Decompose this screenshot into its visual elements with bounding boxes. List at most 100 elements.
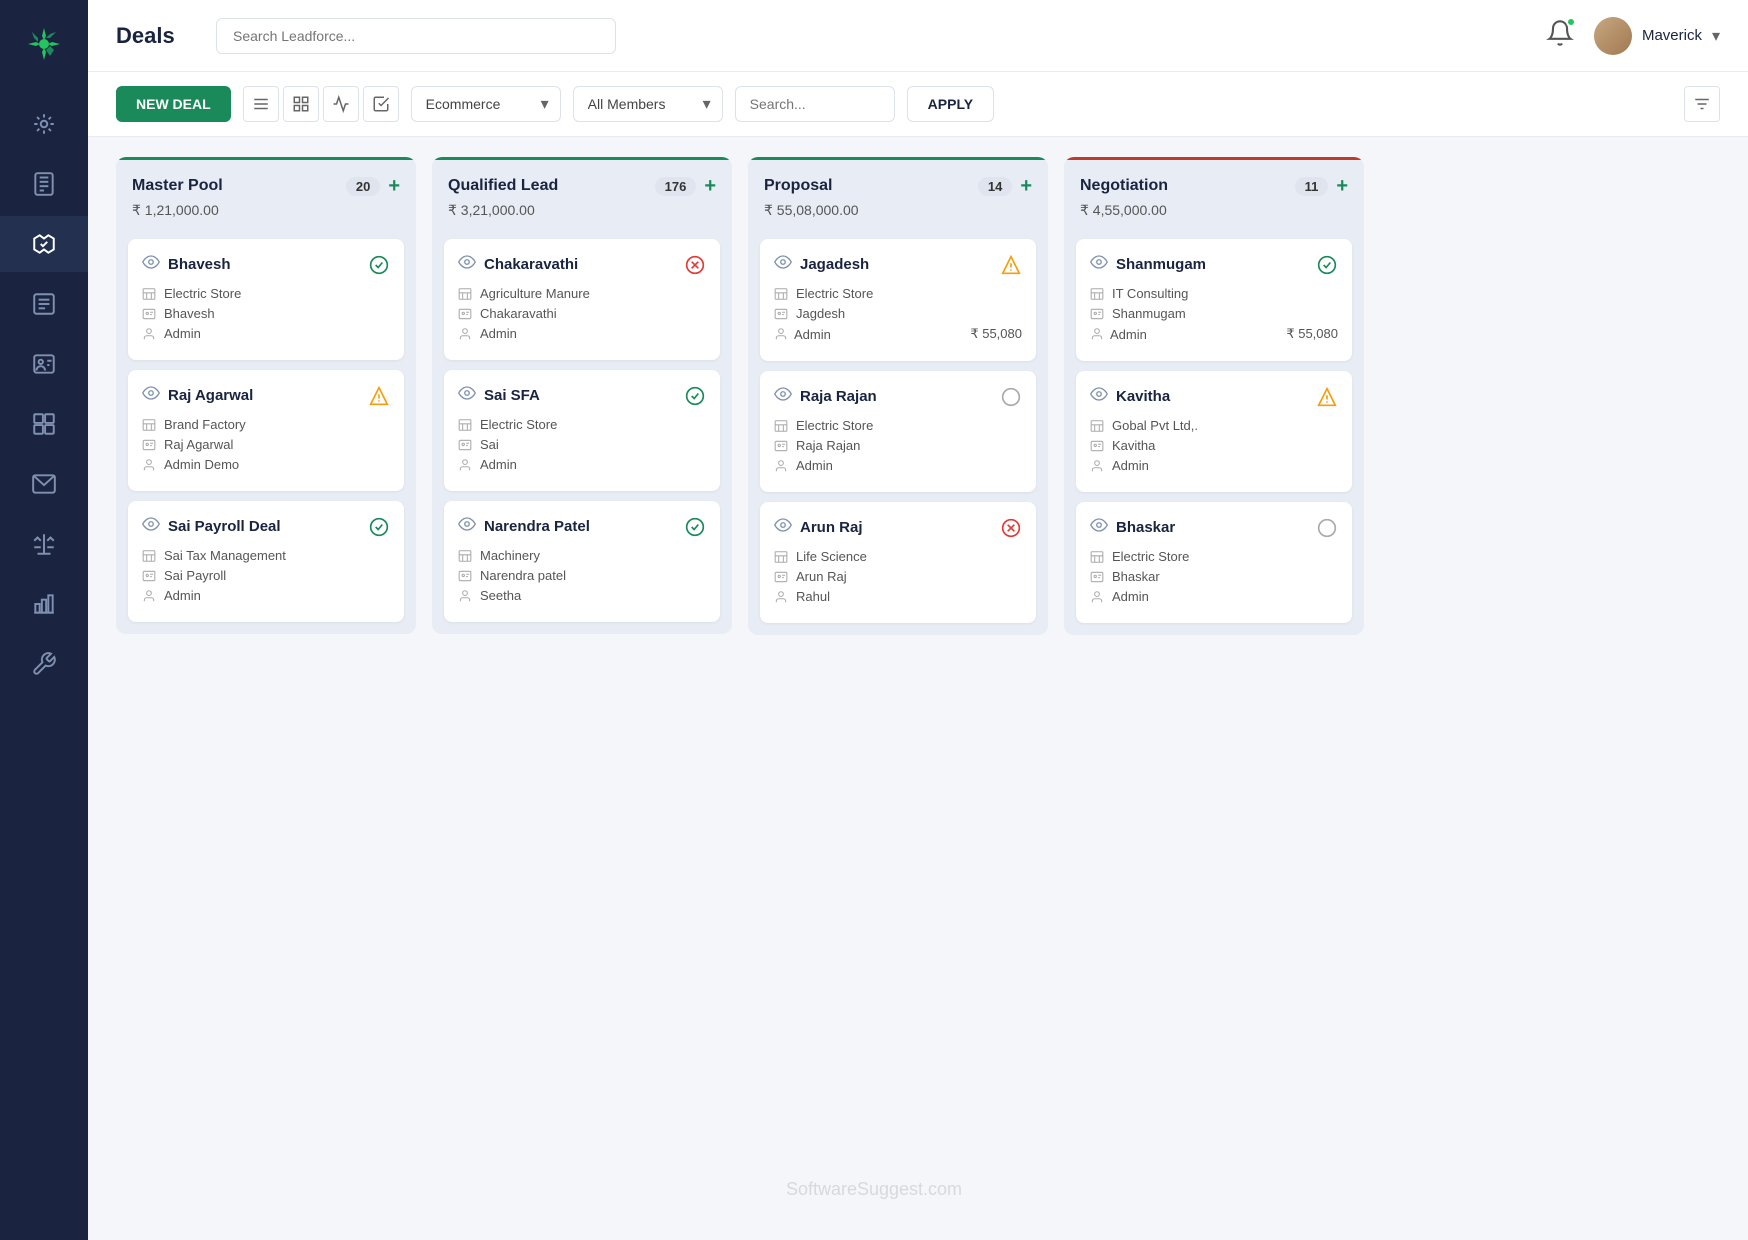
check-view-button[interactable] (363, 86, 399, 122)
kanban-card[interactable]: Sai SFA Electric Store Sai Admin (444, 370, 720, 491)
avatar (1594, 17, 1632, 55)
card-title-row: Raj Agarwal (142, 384, 253, 407)
card-title-row: Chakaravathi (458, 253, 578, 276)
add-card-button[interactable]: + (704, 176, 716, 196)
kanban-card[interactable]: Chakaravathi Agriculture Manure Chakarav… (444, 239, 720, 360)
sort-button[interactable] (1684, 86, 1720, 122)
sidebar-item-dashboard[interactable] (0, 96, 88, 152)
members-dropdown-wrapper: All Members Admin Seetha Rahul (573, 86, 723, 122)
kanban-card[interactable]: Kavitha Gobal Pvt Ltd,. Kavitha Admin (1076, 371, 1352, 492)
card-header: Sai Payroll Deal (142, 515, 390, 538)
main-content: Deals Maverick ▾ NEW DEAL (88, 0, 1748, 1240)
card-title-row: Narendra Patel (458, 515, 590, 538)
card-company: Electric Store (458, 417, 706, 432)
column-title: Negotiation (1080, 177, 1168, 195)
column-count-row: 20 + (346, 176, 400, 196)
kanban-card[interactable]: Bhavesh Electric Store Bhavesh Admin (128, 239, 404, 360)
sidebar-item-settings[interactable] (0, 636, 88, 692)
filter-dropdown-wrapper: Ecommerce All Retail (411, 86, 561, 122)
column-title: Proposal (764, 177, 832, 195)
card-title-row: Bhaskar (1090, 516, 1175, 539)
column-master-pool: Master Pool 20 + ₹ 1,21,000.00 Bhavesh E… (116, 157, 416, 634)
eye-icon (774, 253, 792, 276)
card-status-icon (1316, 517, 1338, 539)
card-title: Jagadesh (800, 256, 869, 273)
card-assignee-row: Admin (1090, 458, 1338, 473)
kanban-card[interactable]: Raja Rajan Electric Store Raja Rajan Adm… (760, 371, 1036, 492)
kanban-card[interactable]: Jagadesh Electric Store Jagdesh Admin ₹ … (760, 239, 1036, 361)
card-title: Sai Payroll Deal (168, 518, 281, 535)
card-assignee-row: Admin ₹ 55,080 (774, 326, 1022, 342)
sidebar-item-grid[interactable] (0, 396, 88, 452)
column-amount: ₹ 4,55,000.00 (1080, 202, 1348, 219)
column-count: 20 (346, 177, 380, 196)
new-deal-button[interactable]: NEW DEAL (116, 86, 231, 122)
search-filter-input[interactable] (735, 86, 895, 122)
card-assignee-row: Admin ₹ 55,080 (1090, 326, 1338, 342)
column-count: 176 (655, 177, 697, 196)
kanban-cards: Bhavesh Electric Store Bhavesh Admin Raj… (116, 231, 416, 634)
eye-icon (458, 384, 476, 407)
card-person: Sai Payroll (142, 568, 390, 583)
notifications-bell[interactable] (1546, 19, 1574, 52)
card-company: Brand Factory (142, 417, 390, 432)
members-dropdown[interactable]: All Members Admin Seetha Rahul (573, 86, 723, 122)
card-header: Raja Rajan (774, 385, 1022, 408)
card-title: Raj Agarwal (168, 387, 253, 404)
card-person: Raj Agarwal (142, 437, 390, 452)
add-card-button[interactable]: + (1020, 176, 1032, 196)
sidebar-item-phone[interactable] (0, 156, 88, 212)
eye-icon (1090, 516, 1108, 539)
user-name: Maverick (1642, 27, 1702, 44)
sidebar-item-chart[interactable] (0, 576, 88, 632)
card-company: Electric Store (774, 286, 1022, 301)
kanban-card[interactable]: Narendra Patel Machinery Narendra patel … (444, 501, 720, 622)
header-search-wrapper (216, 18, 616, 54)
card-title-row: Arun Raj (774, 516, 863, 539)
kanban-card[interactable]: Shanmugam IT Consulting Shanmugam Admin … (1076, 239, 1352, 361)
card-status-icon (1316, 386, 1338, 408)
kanban-card[interactable]: Bhaskar Electric Store Bhaskar Admin (1076, 502, 1352, 623)
kanban-card[interactable]: Sai Payroll Deal Sai Tax Management Sai … (128, 501, 404, 622)
add-card-button[interactable]: + (1336, 176, 1348, 196)
sidebar-item-scale[interactable] (0, 516, 88, 572)
add-card-button[interactable]: + (388, 176, 400, 196)
card-title-row: Raja Rajan (774, 385, 877, 408)
column-qualified-lead: Qualified Lead 176 + ₹ 3,21,000.00 Chaka… (432, 157, 732, 634)
card-status-icon (684, 516, 706, 538)
card-title: Shanmugam (1116, 256, 1206, 273)
card-person: Arun Raj (774, 569, 1022, 584)
column-title: Qualified Lead (448, 177, 558, 195)
sidebar-item-contacts[interactable] (0, 336, 88, 392)
card-title: Narendra Patel (484, 518, 590, 535)
column-count: 14 (978, 177, 1012, 196)
card-person: Sai (458, 437, 706, 452)
column-header-row: Qualified Lead 176 + (448, 176, 716, 196)
user-profile[interactable]: Maverick ▾ (1594, 17, 1720, 55)
kanban-card[interactable]: Raj Agarwal Brand Factory Raj Agarwal Ad… (128, 370, 404, 491)
sidebar-item-deals[interactable] (0, 216, 88, 272)
kanban-card[interactable]: Arun Raj Life Science Arun Raj Rahul (760, 502, 1036, 623)
card-assignee-row: Admin (142, 326, 390, 341)
card-title-row: Sai SFA (458, 384, 540, 407)
card-assignee-row: Seetha (458, 588, 706, 603)
header-right: Maverick ▾ (1546, 17, 1720, 55)
toolbar: NEW DEAL Ecommerce All Retail (88, 72, 1748, 137)
eye-icon (774, 385, 792, 408)
card-title: Arun Raj (800, 519, 863, 536)
grid-view-button[interactable] (283, 86, 319, 122)
column-amount: ₹ 1,21,000.00 (132, 202, 400, 219)
column-header-row: Negotiation 11 + (1080, 176, 1348, 196)
sidebar-item-reports[interactable] (0, 276, 88, 332)
list-view-button[interactable] (243, 86, 279, 122)
apply-button[interactable]: APPLY (907, 86, 994, 122)
sidebar-item-mail[interactable] (0, 456, 88, 512)
chart-view-button[interactable] (323, 86, 359, 122)
card-status-icon (368, 516, 390, 538)
sidebar (0, 0, 88, 1240)
filter-dropdown[interactable]: Ecommerce All Retail (411, 86, 561, 122)
card-assignee-row: Admin (458, 457, 706, 472)
header-search-input[interactable] (216, 18, 616, 54)
column-header: Master Pool 20 + ₹ 1,21,000.00 (116, 157, 416, 231)
page-title: Deals (116, 23, 196, 49)
